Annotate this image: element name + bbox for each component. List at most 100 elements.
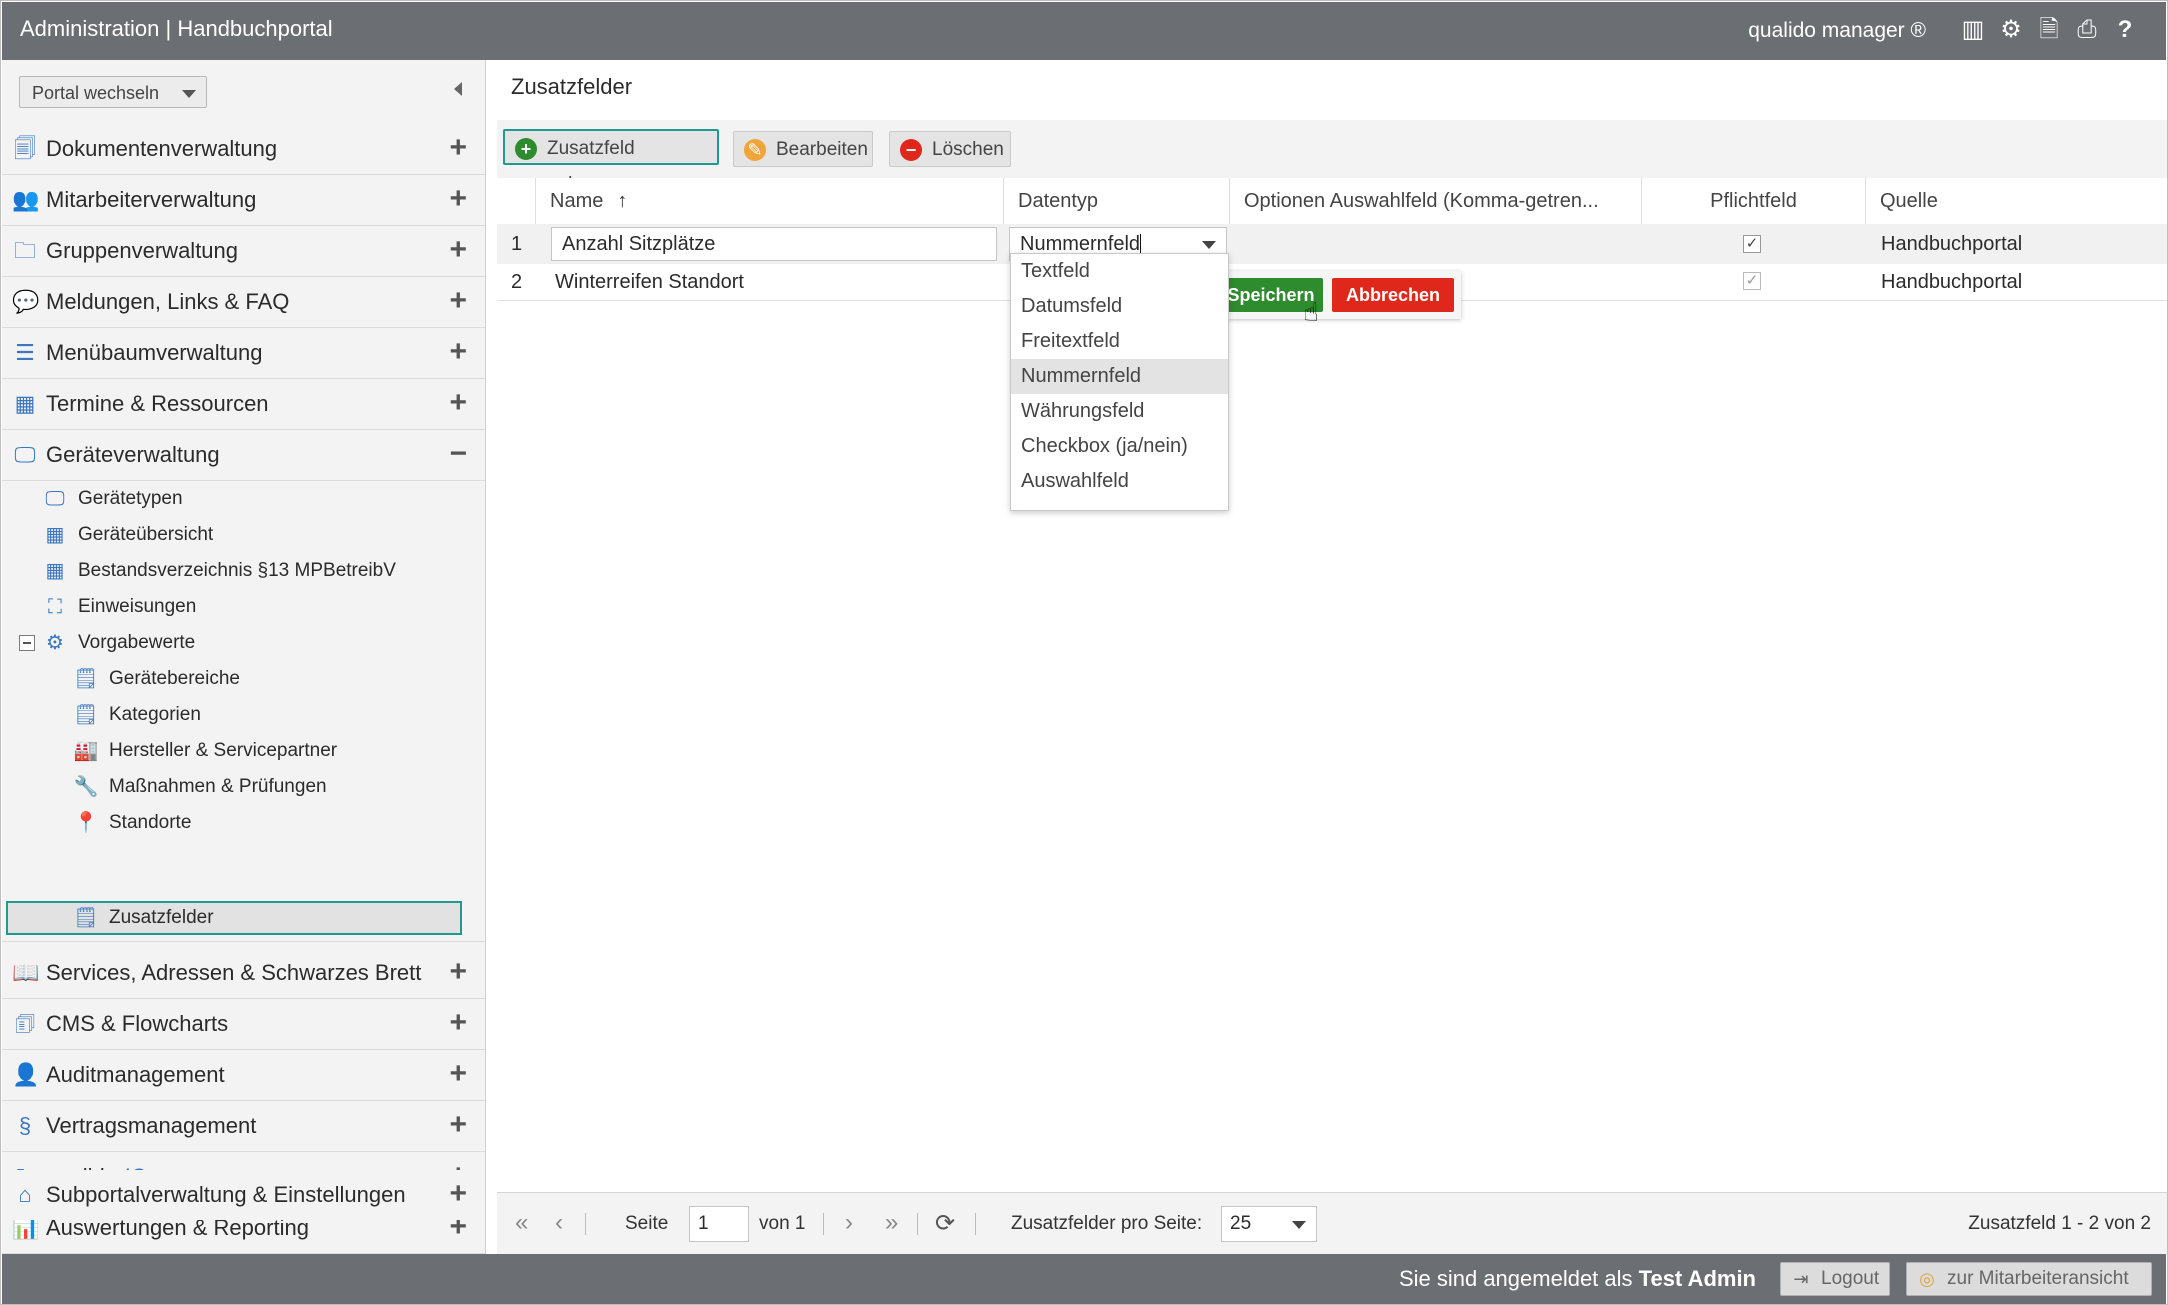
edit-label: Bearbeiten [776, 139, 868, 160]
nav-section-meldungen[interactable]: 💬 Meldungen, Links & FAQ + [2, 277, 485, 327]
top-bar: Administration | Handbuchportal qualido … [2, 2, 2166, 60]
nav-section-vertragsmanagement[interactable]: § Vertragsmanagement + [2, 1101, 485, 1151]
pagination-bar: « ‹ Seite 1 von 1 › » ⟳ Zusatzfelder pro… [497, 1192, 2167, 1255]
portal-switch-dropdown[interactable]: Portal wechseln [19, 76, 207, 108]
delete-button[interactable]: − Löschen [889, 131, 1011, 167]
sidebar: Portal wechseln 🗐 Dokumentenverwaltung +… [2, 60, 486, 1254]
dropdown-option[interactable]: Checkbox (ja/nein) [1011, 429, 1228, 464]
settings-cogs-icon[interactable]: ⚙ [1998, 16, 2024, 44]
nav-section-menuebaumverwaltung[interactable]: ☰ Menübaumverwaltung + [2, 328, 485, 378]
expand-icon[interactable]: + [449, 133, 467, 163]
datatype-dropdown-list: Textfeld Datumsfeld Freitextfeld Nummern… [1010, 253, 1229, 511]
map-pin-icon: 📍 [73, 812, 99, 834]
required-checkbox[interactable]: ✓ [1743, 235, 1761, 253]
nav-section-mitarbeiterverwaltung[interactable]: 👥 Mitarbeiterverwaltung + [2, 175, 485, 225]
expand-icon[interactable]: + [449, 1008, 467, 1038]
sidebar-item-label: Gerätebereiche [109, 668, 240, 689]
chat-bubble-icon: 💬 [12, 289, 40, 314]
logout-button[interactable]: ⇥ Logout [1780, 1262, 1890, 1296]
dropdown-option[interactable]: Währungsfeld [1011, 394, 1228, 429]
portal-switch-label: Portal wechseln [32, 83, 160, 103]
previous-page-icon[interactable]: ‹ [555, 1209, 563, 1237]
cogs-icon: ⚙ [46, 632, 64, 654]
expand-icon[interactable]: + [449, 1059, 467, 1089]
tree-collapse-icon[interactable] [19, 635, 35, 651]
sidebar-item-label: Vorgabewerte [78, 632, 196, 653]
nav-section-subportalverwaltung[interactable]: ⌂ Subportalverwaltung & Einstellungen + [2, 1170, 485, 1220]
print-icon[interactable]: ⎙ [2074, 16, 2100, 44]
sidebar-item-label: Bestandsverzeichnis §13 MPBetreibV [78, 560, 396, 581]
name-input[interactable]: Anzahl Sitzplätze [551, 227, 997, 261]
source-cell: Handbuchportal [1881, 271, 2023, 293]
edit-button[interactable]: ✎ Bearbeiten [733, 131, 873, 167]
column-header-quelle[interactable]: Quelle [1865, 178, 2167, 224]
sidebar-item-label: Geräteübersicht [78, 524, 214, 545]
expand-icon[interactable]: + [449, 1110, 467, 1140]
next-page-icon[interactable]: › [845, 1209, 853, 1237]
factory-icon: 🏭 [73, 740, 99, 762]
nav-section-label: Menübaumverwaltung [46, 340, 263, 365]
expand-icon[interactable]: + [449, 286, 467, 316]
table-row[interactable]: 1 Anzahl Sitzplätze Nummernfeld ✓ Handbu… [497, 224, 2167, 265]
sidebar-item-label: Hersteller & Servicepartner [109, 740, 338, 761]
expand-icon[interactable]: + [449, 184, 467, 214]
column-header-name[interactable]: Name ↑ [535, 178, 1003, 224]
paragraph-icon: § [18, 1113, 32, 1138]
page-title: Zusatzfelder [511, 74, 633, 99]
expand-icon[interactable]: + [449, 235, 467, 265]
per-page-label: Zusatzfelder pro Seite: [1011, 1213, 1203, 1234]
sidebar-item-label: Maßnahmen & Prüfungen [109, 776, 327, 797]
expand-icon[interactable]: + [449, 337, 467, 367]
dropdown-option[interactable]: Auswahlfeld [1011, 464, 1228, 499]
brand-name: qualido manager ® [1748, 19, 1926, 42]
column-header-pflichtfeld[interactable]: Pflichtfeld [1641, 178, 1865, 224]
collapse-sidebar-icon[interactable] [454, 82, 462, 96]
xlsx-export-icon[interactable]: 🗎 [2036, 16, 2062, 44]
nav-section-geraeteverwaltung[interactable]: 🖵 Geräteverwaltung − [2, 430, 485, 480]
chevron-down-icon [182, 90, 196, 98]
footer-bar: Sie sind angemeldet als Test Admin ⇥ Log… [2, 1254, 2166, 1304]
sidebar-item-label: Zusatzfelder [109, 907, 214, 928]
last-page-icon[interactable]: » [885, 1209, 898, 1237]
records-summary: Zusatzfeld 1 - 2 von 2 [1968, 1213, 2151, 1234]
dropdown-option-selected[interactable]: Nummernfeld [1011, 359, 1228, 394]
nav-section-cms[interactable]: 🗊 CMS & Flowcharts + [2, 999, 485, 1049]
nav-section-services[interactable]: 📖 Services, Adressen & Schwarzes Brett + [2, 948, 485, 998]
pencil-icon: ✎ [744, 139, 766, 161]
user-name: Test Admin [1638, 1266, 1756, 1291]
barcode-icon[interactable]: ▥ [1960, 16, 1986, 44]
nav-section-label: Dokumentenverwaltung [46, 136, 278, 161]
circle-icon: ◎ [1919, 1269, 1935, 1289]
grid-icon: ▦ [45, 560, 65, 582]
book-icon: 📖 [12, 960, 40, 985]
nav-section-label: Vertragsmanagement [46, 1113, 257, 1138]
expand-icon[interactable]: + [449, 957, 467, 987]
nav-section-label: Meldungen, Links & FAQ [46, 289, 290, 314]
collapse-icon[interactable]: − [449, 439, 467, 469]
nav-section-label: Gruppenverwaltung [46, 238, 239, 263]
per-page-select[interactable]: 25 [1221, 1206, 1317, 1242]
column-header-datentyp[interactable]: Datentyp [1003, 178, 1229, 224]
sort-ascending-icon: ↑ [617, 190, 628, 212]
nav-section-label: Termine & Ressourcen [46, 391, 269, 416]
help-icon[interactable]: ? [2112, 16, 2138, 44]
nav-section-termine[interactable]: ▦ Termine & Ressourcen + [2, 379, 485, 429]
nav-section-dokumentenverwaltung[interactable]: 🗐 Dokumentenverwaltung + [2, 124, 485, 174]
dropdown-option[interactable]: Freitextfeld [1011, 324, 1228, 359]
employee-view-button[interactable]: ◎ zur Mitarbeiteransicht [1906, 1262, 2152, 1296]
expand-icon[interactable]: + [449, 388, 467, 418]
column-header-optionen[interactable]: Optionen Auswahlfeld (Komma-getren... [1229, 178, 1641, 224]
add-field-button[interactable]: + Zusatzfeld anlegen [503, 129, 719, 195]
nav-section-gruppenverwaltung[interactable]: 🗀 Gruppenverwaltung + [2, 226, 485, 276]
nav-section-auditmanagement[interactable]: 👤 Auditmanagement + [2, 1050, 485, 1100]
sidebar-item-label: Standorte [109, 812, 192, 833]
first-page-icon[interactable]: « [515, 1209, 528, 1237]
logout-icon: ⇥ [1793, 1269, 1809, 1289]
cancel-button[interactable]: Abbrechen [1332, 278, 1454, 312]
refresh-icon[interactable]: ⟳ [935, 1209, 955, 1238]
dropdown-option[interactable]: Textfeld [1011, 254, 1228, 289]
dropdown-option[interactable]: Datumsfeld [1011, 289, 1228, 324]
expand-icon[interactable]: + [449, 1179, 467, 1209]
page-number-input[interactable]: 1 [689, 1206, 749, 1242]
form-doc-icon: 🗒 [73, 668, 99, 690]
